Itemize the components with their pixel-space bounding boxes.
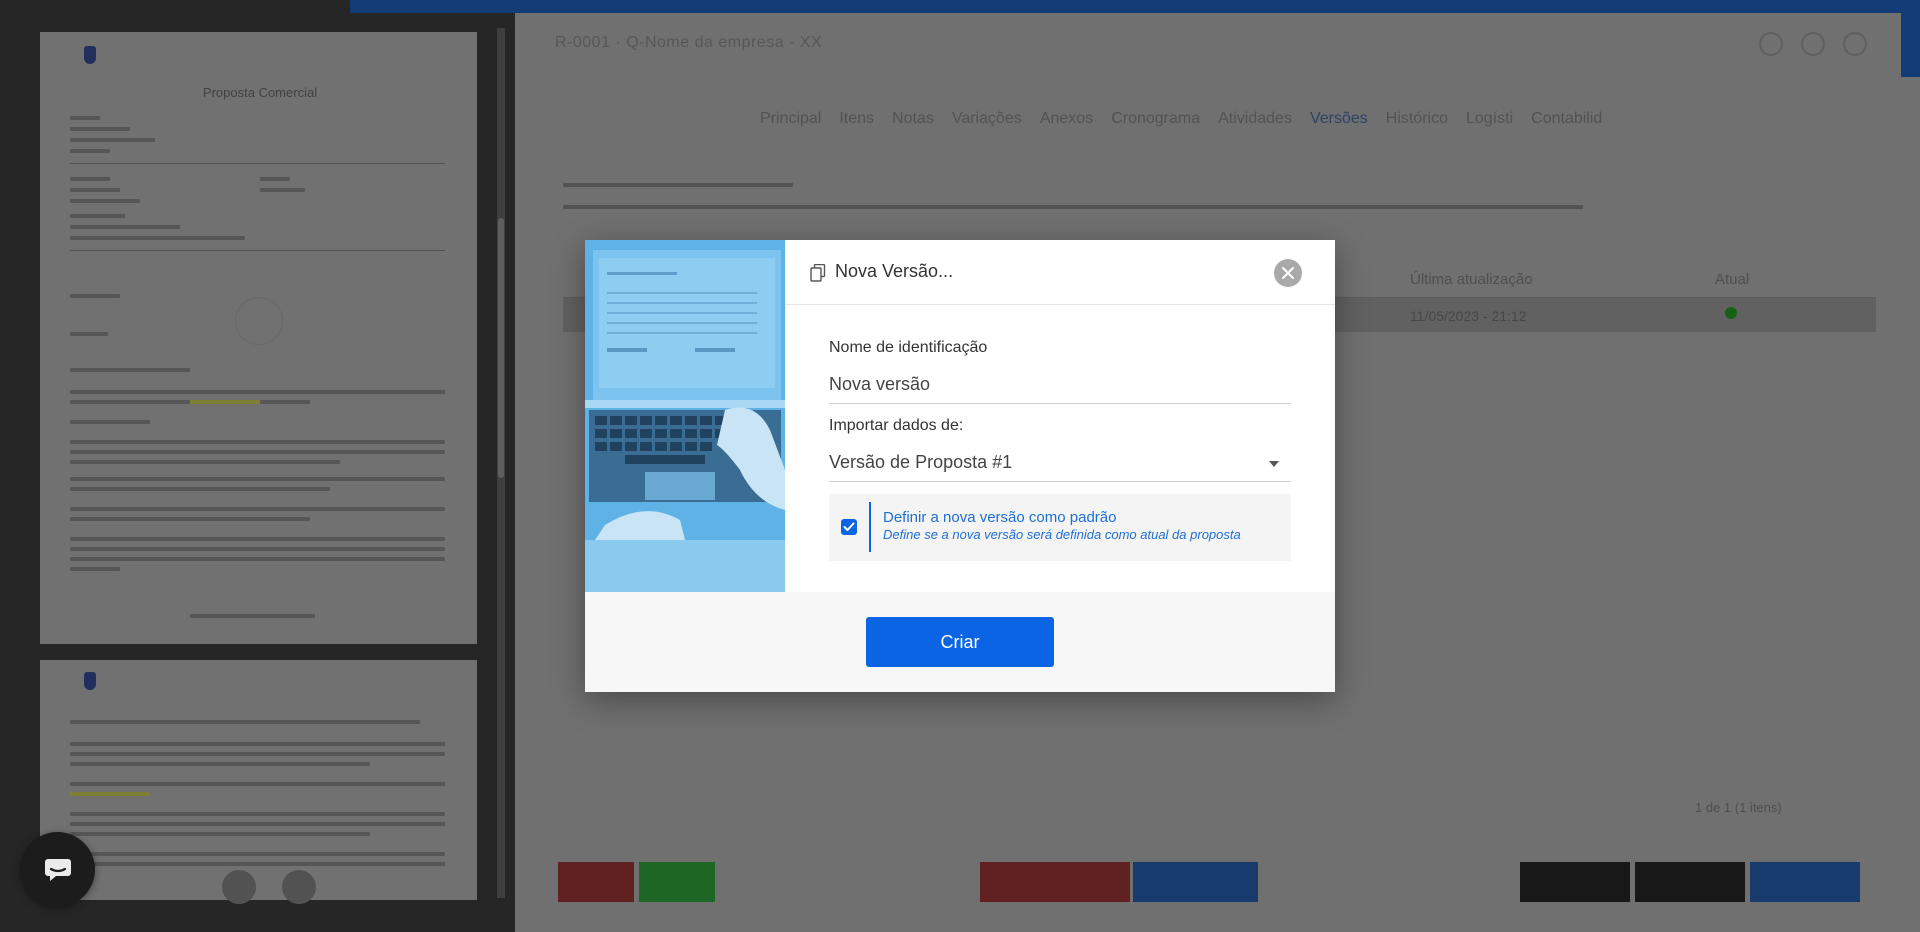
version-name-input[interactable] [829,366,1291,404]
close-dialog-button[interactable] [1274,259,1302,287]
import-source-value: Versão de Proposta #1 [829,452,1013,472]
dialog-footer: Criar [585,592,1335,692]
dialog-header: Nova Versão... [785,240,1335,305]
option-divider [869,502,871,552]
import-source-select[interactable]: Versão de Proposta #1 [829,444,1291,482]
copy-icon [810,264,826,282]
close-icon [1282,267,1294,279]
check-icon [843,522,855,531]
app-root: Proposta Comercial R-0001 · Q-Nome da em… [0,0,1920,932]
default-version-title: Definir a nova versão como padrão [883,509,1117,526]
dialog-body: Nome de identificação Importar dados de:… [785,304,1335,592]
default-version-option: Definir a nova versão como padrão Define… [829,494,1291,561]
import-field-label: Importar dados de: [829,417,964,434]
name-field-label: Nome de identificação [829,339,988,356]
dialog-title: Nova Versão... [835,261,954,281]
chevron-down-icon [1269,461,1279,467]
default-version-checkbox[interactable] [841,519,857,535]
default-version-subtitle: Define se a nova versão será definida co… [883,527,1241,542]
create-button[interactable]: Criar [866,617,1054,667]
new-version-dialog: Nova Versão... Nome de identificação Imp… [585,240,1335,692]
laptop-illustration [585,240,785,592]
